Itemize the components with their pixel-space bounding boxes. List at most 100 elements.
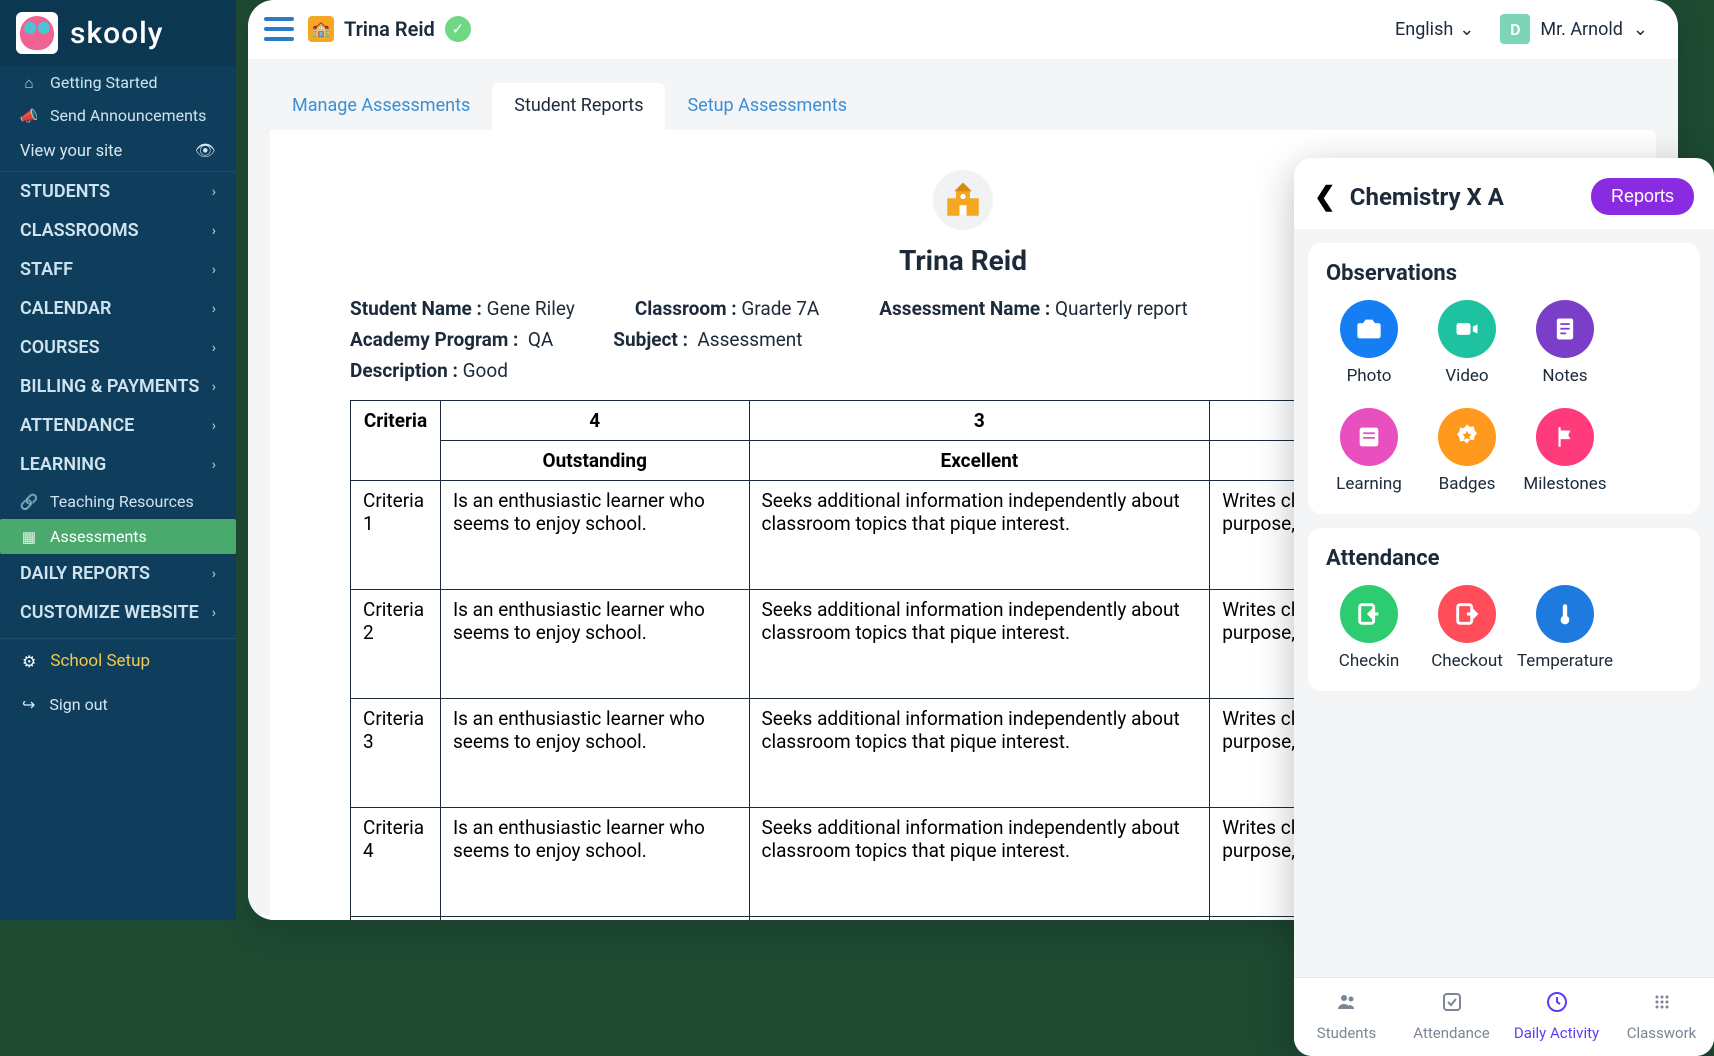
chevron-right-icon: › xyxy=(212,262,216,278)
nav-label: STUDENTS xyxy=(20,181,110,202)
chevron-right-icon: › xyxy=(212,566,216,582)
school-setup[interactable]: ⚙ School Setup xyxy=(0,638,236,683)
nav-label: DAILY REPORTS xyxy=(20,563,150,584)
activity-temperature[interactable]: Temperature xyxy=(1522,585,1608,671)
cell-4: Is an enthusiastic learner who seems to … xyxy=(441,481,750,590)
attendance-title: Attendance xyxy=(1326,546,1682,571)
activity-label: Badges xyxy=(1439,474,1496,494)
nav-label: ATTENDANCE xyxy=(20,415,134,436)
sign-out[interactable]: ↪ Sign out xyxy=(0,683,236,726)
mobile-tab-label: Daily Activity xyxy=(1514,1024,1599,1042)
sidebar-nav-staff[interactable]: STAFF› xyxy=(0,250,236,289)
school-chip[interactable]: 🏫 Trina Reid ✓ xyxy=(308,16,471,42)
tab-setup-assessments[interactable]: Setup Assessments xyxy=(665,83,869,130)
activity-label: Video xyxy=(1445,366,1488,386)
cell-4: Is an enthusiastic learner who seems to … xyxy=(441,590,750,699)
criteria-name: Criteria 1 xyxy=(351,481,441,590)
sidebar-link-label: Send Announcements xyxy=(50,106,206,125)
scale-4-num: 4 xyxy=(441,401,750,441)
nav-label: BILLING & PAYMENTS xyxy=(20,376,199,397)
sidebar-nav-courses[interactable]: COURSES› xyxy=(0,328,236,367)
activity-notes[interactable]: Notes xyxy=(1522,300,1608,386)
attendance-section: Attendance Checkin Checkout Temperature xyxy=(1308,528,1700,691)
mobile-tabbar: Students Attendance Daily Activity Classwor… xyxy=(1294,977,1714,1056)
activity-label: Learning xyxy=(1336,474,1402,494)
sidebar-nav-customize-website[interactable]: CUSTOMIZE WEBSITE› xyxy=(0,593,236,632)
signout-icon: ↪ xyxy=(22,695,35,714)
observations-section: Observations PhotoVideoNotesLearningBadg… xyxy=(1308,243,1700,514)
chevron-right-icon: › xyxy=(212,301,216,317)
nav-label: CUSTOMIZE WEBSITE xyxy=(20,602,199,623)
sidebar-nav-students[interactable]: STUDENTS › xyxy=(0,172,236,211)
activity-label: Checkout xyxy=(1431,651,1503,671)
clock-icon xyxy=(1545,990,1569,1020)
tab-student-reports[interactable]: Student Reports xyxy=(492,83,665,130)
flag-icon xyxy=(1536,408,1594,466)
activity-learning[interactable]: Learning xyxy=(1326,408,1412,494)
sidebar-nav-classrooms[interactable]: CLASSROOMS› xyxy=(0,211,236,250)
scale-3-num: 3 xyxy=(749,401,1210,441)
mobile-tab-label: Attendance xyxy=(1413,1024,1489,1042)
hamburger-menu-icon[interactable] xyxy=(264,17,294,41)
sidebar-nav-billing-payments[interactable]: BILLING & PAYMENTS› xyxy=(0,367,236,406)
logo-area: skooly xyxy=(0,0,236,66)
checkout-icon xyxy=(1438,585,1496,643)
nav-label: LEARNING xyxy=(20,454,106,475)
activity-label: Checkin xyxy=(1339,651,1399,671)
sidebar-nav-attendance[interactable]: ATTENDANCE › xyxy=(0,406,236,445)
chevron-right-icon: › xyxy=(212,418,216,434)
criteria-name: Criteria xyxy=(351,917,441,921)
language-label: English xyxy=(1395,19,1453,40)
activity-checkout[interactable]: Checkout xyxy=(1424,585,1510,671)
sidebar-sub-assessments[interactable]: ▦Assessments xyxy=(0,519,236,554)
language-selector[interactable]: English ⌄ xyxy=(1395,19,1474,40)
mobile-tab-students[interactable]: Students xyxy=(1294,978,1399,1056)
activity-badges[interactable]: Badges xyxy=(1424,408,1510,494)
sidebar-nav-daily-reports[interactable]: DAILY REPORTS › xyxy=(0,554,236,593)
chevron-right-icon: › xyxy=(212,340,216,356)
scale-4-label: Outstanding xyxy=(441,441,750,481)
activity-milestones[interactable]: Milestones xyxy=(1522,408,1608,494)
cell-3: Seeks additional information independent… xyxy=(749,808,1210,917)
people-icon xyxy=(1335,990,1359,1020)
user-name: Mr. Arnold xyxy=(1540,19,1623,40)
badge-icon xyxy=(1438,408,1496,466)
activity-photo[interactable]: Photo xyxy=(1326,300,1412,386)
nav-label: CLASSROOMS xyxy=(20,220,139,241)
sidebar-nav-learning[interactable]: LEARNING› xyxy=(0,445,236,484)
chevron-down-icon: ⌄ xyxy=(1633,19,1648,40)
activity-label: Notes xyxy=(1542,366,1587,386)
sidebar-link-getting-started[interactable]: ⌂Getting Started xyxy=(0,66,236,99)
sub-label: Teaching Resources xyxy=(50,492,194,511)
chevron-right-icon: › xyxy=(212,184,216,200)
cell-3: Seeks additional information independent… xyxy=(749,590,1210,699)
tab-manage-assessments[interactable]: Manage Assessments xyxy=(270,83,492,130)
criteria-name: Criteria 4 xyxy=(351,808,441,917)
cell-3: Seeks additional information independent… xyxy=(749,699,1210,808)
notes-icon xyxy=(1536,300,1594,358)
activity-checkin[interactable]: Checkin xyxy=(1326,585,1412,671)
meta-program: Academy Program : QA xyxy=(350,328,553,351)
mobile-body: Observations PhotoVideoNotesLearningBadg… xyxy=(1294,229,1714,977)
cell-4: Is an enthusiastic learner who seems to … xyxy=(441,699,750,808)
criteria-name: Criteria 3 xyxy=(351,699,441,808)
sidebar-link-send-announcements[interactable]: 📣Send Announcements xyxy=(0,99,236,132)
sidebar: skooly ⌂Getting Started📣Send Announcemen… xyxy=(0,0,236,920)
chevron-down-icon: ⌄ xyxy=(1459,19,1474,40)
mobile-tab-daily-activity[interactable]: Daily Activity xyxy=(1504,978,1609,1056)
mobile-tab-attendance[interactable]: Attendance xyxy=(1399,978,1504,1056)
reports-button[interactable]: Reports xyxy=(1591,178,1694,215)
mobile-title: Chemistry X A xyxy=(1350,183,1504,211)
sidebar-nav-calendar[interactable]: CALENDAR› xyxy=(0,289,236,328)
view-your-site[interactable]: View your site 👁 xyxy=(0,132,236,172)
tabs: Manage AssessmentsStudent ReportsSetup A… xyxy=(270,83,1656,130)
activity-video[interactable]: Video xyxy=(1424,300,1510,386)
school-building-icon: 🏫 xyxy=(308,16,334,42)
mobile-tab-classwork[interactable]: Classwork xyxy=(1609,978,1714,1056)
sidebar-sub-teaching-resources[interactable]: 🔗Teaching Resources xyxy=(0,484,236,519)
check-icon xyxy=(1440,990,1464,1020)
mobile-header: ❮ Chemistry X A Reports xyxy=(1294,158,1714,229)
brand-name: skooly xyxy=(70,16,163,51)
user-menu[interactable]: D Mr. Arnold ⌄ xyxy=(1500,14,1648,44)
back-chevron-icon[interactable]: ❮ xyxy=(1314,182,1336,212)
